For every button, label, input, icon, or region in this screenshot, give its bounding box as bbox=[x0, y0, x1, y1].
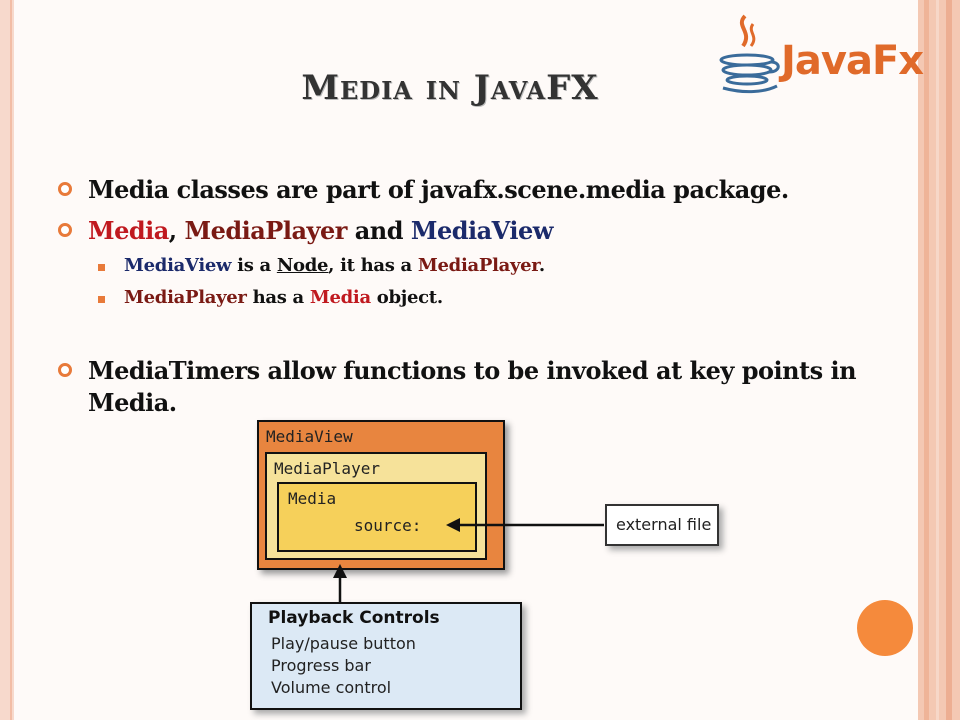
slide: JavaFx Media in JavaFX Media classes are… bbox=[0, 0, 960, 720]
playback-arrowhead bbox=[333, 564, 347, 578]
external-file-arrowhead bbox=[446, 518, 460, 532]
diagram-arrows bbox=[333, 518, 604, 602]
